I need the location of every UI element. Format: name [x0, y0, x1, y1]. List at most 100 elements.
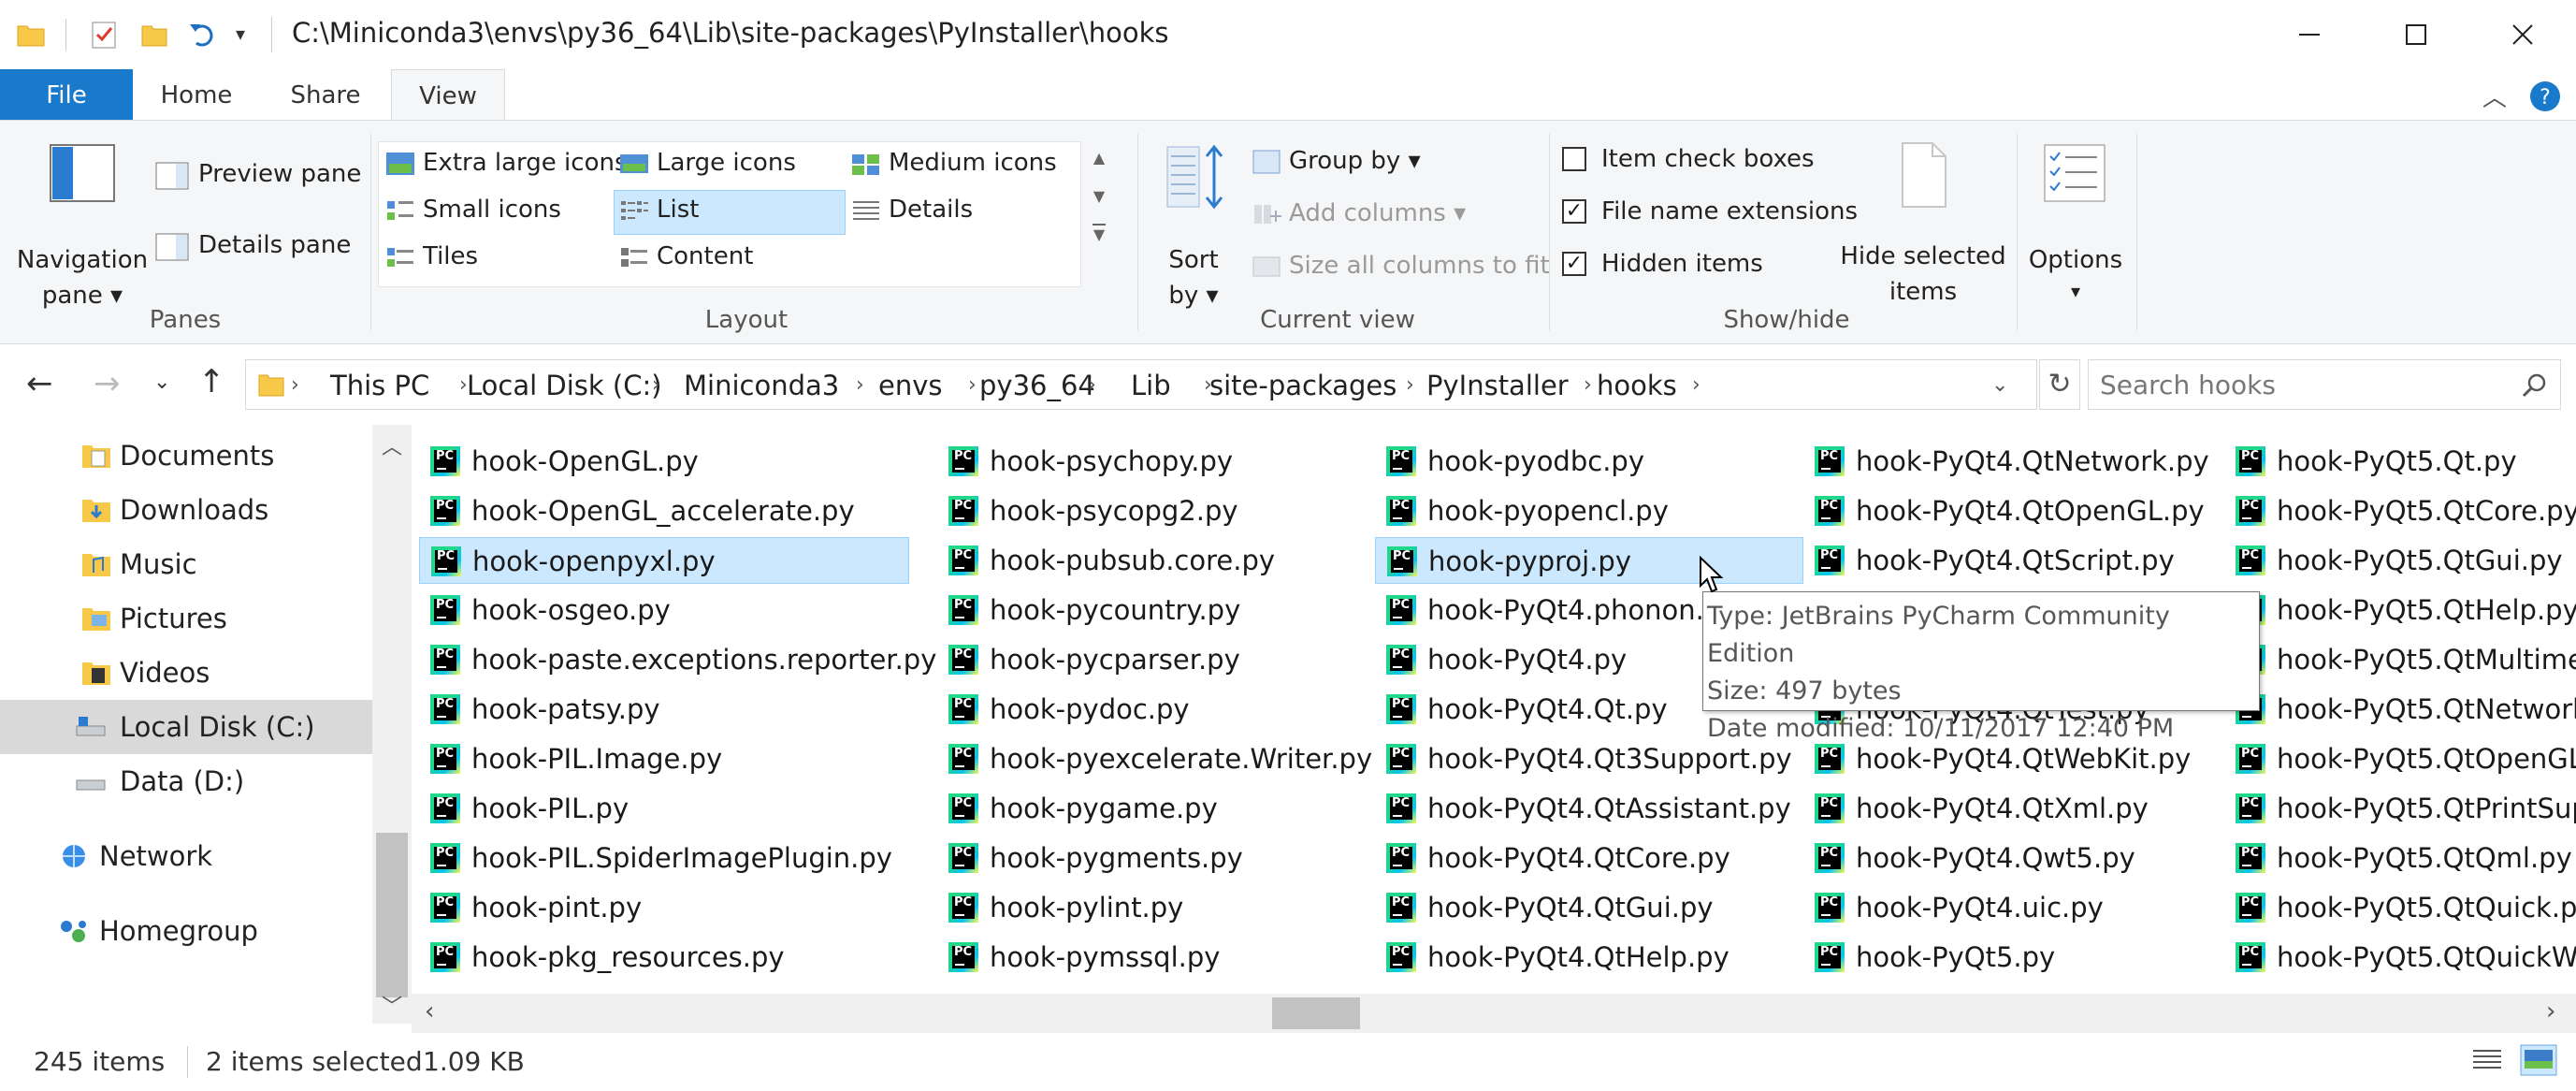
- file-item[interactable]: PC hook-pkg_resources.py: [419, 934, 909, 981]
- layout-content[interactable]: Content: [619, 242, 753, 270]
- address-bar[interactable]: › This PC › Local Disk (C:) › Miniconda3…: [245, 359, 2037, 410]
- forward-button[interactable]: →: [94, 365, 121, 402]
- scrollbar-thumb[interactable]: [1272, 997, 1360, 1029]
- file-item[interactable]: PC hook-paste.exceptions.reporter.py: [419, 636, 936, 683]
- folder-icon[interactable]: [15, 19, 47, 51]
- hidden-items-checkbox[interactable]: ✓: [1562, 252, 1586, 276]
- scroll-up-icon[interactable]: ︿: [382, 430, 402, 460]
- file-item[interactable]: PC hook-PyQt5.Qt.py: [2224, 438, 2576, 485]
- file-item[interactable]: PC hook-PyQt4.QtScript.py: [1803, 537, 2215, 584]
- navigation-pane-button[interactable]: Navigation pane ▾: [13, 143, 152, 310]
- file-item[interactable]: PC hook-PyQt4.QtCore.py: [1375, 835, 1803, 881]
- expand-gallery-icon[interactable]: ▼: [1093, 224, 1106, 243]
- breadcrumb-envs[interactable]: envs: [878, 360, 943, 411]
- file-item[interactable]: PC hook-PyQt4.QtAssistant.py: [1375, 785, 1803, 832]
- add-columns-button[interactable]: Add columns ▾: [1252, 199, 1466, 227]
- close-button[interactable]: [2469, 0, 2576, 69]
- file-item[interactable]: PC hook-pygments.py: [937, 835, 1366, 881]
- file-item[interactable]: PC hook-pyproj.py: [1375, 537, 1803, 584]
- details-view-toggle-icon[interactable]: [2471, 1046, 2503, 1074]
- layout-gallery-scroll[interactable]: ▲ ▼ ▼: [1087, 141, 1111, 287]
- nav-item-network[interactable]: Network: [0, 829, 372, 883]
- nav-item-music[interactable]: Music: [0, 537, 372, 591]
- file-item[interactable]: PChook-PyQt5.QtMultimedia.py: [2224, 636, 2576, 683]
- file-item[interactable]: PC hook-pygame.py: [937, 785, 1366, 832]
- minimize-button[interactable]: [2256, 0, 2363, 69]
- file-item[interactable]: PC hook-PyQt5.QtQml.py: [2224, 835, 2576, 881]
- properties-icon[interactable]: [88, 19, 120, 51]
- layout-tiles[interactable]: Tiles: [385, 242, 478, 270]
- large-icons-toggle-icon[interactable]: [2520, 1044, 2557, 1076]
- group-by-button[interactable]: Group by ▾: [1252, 147, 1421, 175]
- options-button[interactable]: Options ▾: [2024, 143, 2127, 302]
- file-item[interactable]: PC hook-PyQt5.QtQuickWidgets.py: [2224, 934, 2576, 981]
- layout-details[interactable]: Details: [851, 196, 973, 224]
- layout-large-icons[interactable]: Large icons: [619, 149, 796, 177]
- customize-quick-access-icon[interactable]: ▾: [236, 22, 245, 45]
- breadcrumb-lib[interactable]: Lib: [1131, 360, 1171, 411]
- tab-file[interactable]: File: [0, 69, 133, 122]
- file-item[interactable]: PC hook-psychopy.py: [937, 438, 1366, 485]
- address-dropdown-icon[interactable]: ⌄: [1991, 360, 2008, 411]
- hide-selected-items-button[interactable]: Hide selected items: [1839, 139, 2007, 306]
- breadcrumb-py36-64[interactable]: py36_64: [979, 360, 1095, 411]
- file-item[interactable]: PC hook-pymssql.py: [937, 934, 1366, 981]
- nav-item-pictures[interactable]: Pictures: [0, 591, 372, 646]
- file-item[interactable]: PC hook-PyQt5.QtGui.py: [2224, 537, 2576, 584]
- nav-item-local-disk[interactable]: Local Disk (C:): [0, 700, 372, 754]
- file-item[interactable]: PChook-PyQt5.QtHelp.py: [2224, 587, 2576, 633]
- file-item[interactable]: PC hook-PyQt5.QtPrintSupport.py: [2224, 785, 2576, 832]
- file-item[interactable]: PC hook-PyQt5.QtQuick.py: [2224, 884, 2576, 931]
- file-item[interactable]: PC hook-PyQt4.Qwt5.py: [1803, 835, 2215, 881]
- refresh-button[interactable]: ↻: [2039, 359, 2080, 410]
- file-item[interactable]: PC hook-PyQt4.QtXml.py: [1803, 785, 2215, 832]
- file-item[interactable]: PC hook-osgeo.py: [419, 587, 909, 633]
- file-item[interactable]: PC hook-PyQt4.QtHelp.py: [1375, 934, 1803, 981]
- file-item[interactable]: PC hook-PyQt4.QtGui.py: [1375, 884, 1803, 931]
- file-item[interactable]: PC hook-OpenGL_accelerate.py: [419, 487, 909, 534]
- search-icon[interactable]: [2521, 371, 2549, 400]
- file-item[interactable]: PC hook-PyQt4.QtOpenGL.py: [1803, 487, 2215, 534]
- back-button[interactable]: ←: [26, 365, 53, 402]
- nav-pane-scrollbar[interactable]: ︿ ﹀: [372, 425, 412, 1024]
- file-item[interactable]: PC hook-PyQt4.QtNetwork.py: [1803, 438, 2215, 485]
- scroll-left-icon[interactable]: ‹: [425, 997, 434, 1026]
- nav-item-downloads[interactable]: Downloads: [0, 483, 372, 537]
- scroll-down-icon[interactable]: ▼: [1087, 187, 1111, 205]
- item-check-boxes-checkbox[interactable]: [1562, 147, 1586, 171]
- help-icon[interactable]: ?: [2529, 80, 2561, 112]
- horizontal-scrollbar[interactable]: ‹ ›: [412, 994, 2576, 1033]
- nav-item-homegroup[interactable]: Homegroup: [0, 904, 372, 958]
- layout-medium-icons[interactable]: Medium icons: [851, 149, 1057, 177]
- file-item[interactable]: PC hook-pubsub.core.py: [937, 537, 1366, 584]
- breadcrumb-this-pc[interactable]: This PC: [330, 360, 429, 411]
- recent-locations-button[interactable]: ⌄: [153, 371, 170, 394]
- file-item[interactable]: PC hook-psycopg2.py: [937, 487, 1366, 534]
- maximize-button[interactable]: [2363, 0, 2469, 69]
- nav-item-videos[interactable]: Videos: [0, 646, 372, 700]
- layout-small-icons[interactable]: Small icons: [385, 196, 561, 224]
- file-item[interactable]: PC hook-pint.py: [419, 884, 909, 931]
- file-item[interactable]: PC hook-pyexcelerate.Writer.py: [937, 735, 1372, 782]
- up-button[interactable]: ↑: [198, 363, 225, 400]
- file-item[interactable]: PC hook-OpenGL.py: [419, 438, 909, 485]
- undo-icon[interactable]: [187, 19, 219, 51]
- file-item[interactable]: PC hook-PyQt5.QtOpenGL.py: [2224, 735, 2576, 782]
- file-item[interactable]: PC hook-patsy.py: [419, 686, 909, 733]
- file-item[interactable]: PC hook-pydoc.py: [937, 686, 1366, 733]
- tab-home[interactable]: Home: [133, 69, 260, 122]
- breadcrumb-local-disk[interactable]: Local Disk (C:): [467, 360, 662, 411]
- file-item[interactable]: PC hook-PyQt4.uic.py: [1803, 884, 2215, 931]
- scroll-down-icon[interactable]: ﹀: [382, 990, 402, 1020]
- scroll-right-icon[interactable]: ›: [2546, 997, 2555, 1026]
- scrollbar-thumb[interactable]: [376, 833, 408, 997]
- file-name-extensions-checkbox[interactable]: ✓: [1562, 199, 1586, 224]
- sort-by-button[interactable]: Sort by ▾: [1149, 143, 1238, 310]
- file-item[interactable]: PC hook-PyQt5.py: [1803, 934, 2215, 981]
- tab-view[interactable]: View: [391, 69, 505, 123]
- file-item[interactable]: PC hook-pycountry.py: [937, 587, 1366, 633]
- breadcrumb-pyinstaller[interactable]: PyInstaller: [1426, 360, 1569, 411]
- file-item[interactable]: PC hook-pyopencl.py: [1375, 487, 1803, 534]
- breadcrumb-hooks[interactable]: hooks: [1597, 360, 1677, 411]
- new-folder-icon[interactable]: [138, 19, 170, 51]
